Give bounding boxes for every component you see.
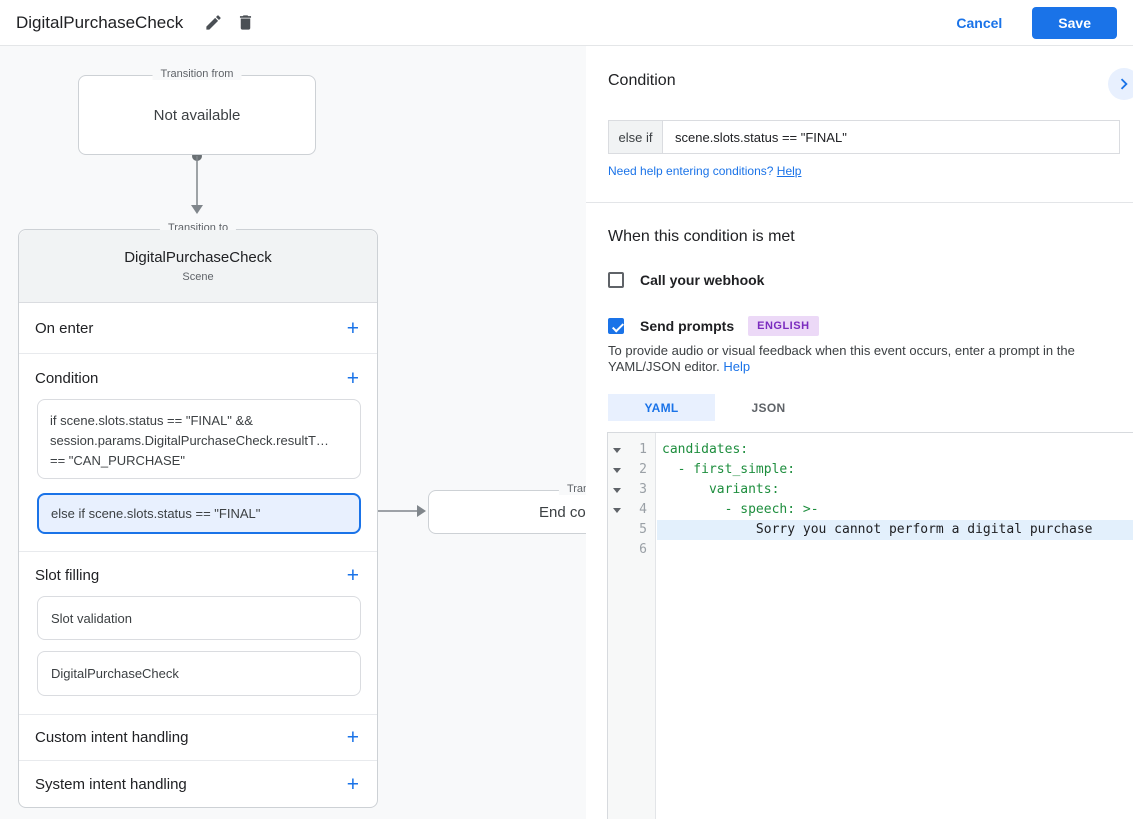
tab-yaml[interactable]: YAML: [608, 394, 715, 421]
condition-label: Condition: [35, 369, 99, 387]
condition-text: else if scene.slots.status == "FINAL": [51, 505, 261, 521]
collapse-panel-button[interactable]: [1108, 68, 1133, 100]
add-slot-button[interactable]: +: [345, 565, 361, 586]
slot-filling-row: Slot filling +: [19, 551, 377, 599]
code-text: - speech: >-: [662, 502, 819, 517]
fold-arrow-icon[interactable]: [613, 508, 621, 513]
custom-intent-row: Custom intent handling +: [19, 714, 377, 760]
on-enter-label: On enter: [35, 319, 94, 337]
scene-card-header[interactable]: DigitalPurchaseCheck Scene: [19, 230, 377, 303]
scene-name: DigitalPurchaseCheck: [124, 249, 272, 266]
add-on-enter-button[interactable]: +: [345, 318, 361, 339]
condition-help-link[interactable]: Help: [777, 164, 802, 178]
panel-divider: [586, 202, 1133, 203]
transition-from-title: Not available: [153, 106, 241, 124]
slot-item[interactable]: DigitalPurchaseCheck: [37, 651, 361, 696]
condition-item-elseif-selected[interactable]: else if scene.slots.status == "FINAL": [37, 493, 361, 534]
when-condition-met-title: When this condition is met: [608, 228, 795, 245]
editor-lines: 1 candidates: 2 - first_simple: 3 varian…: [608, 440, 1133, 560]
condition-input-group: else if: [608, 120, 1120, 154]
slot-item-text: DigitalPurchaseCheck: [51, 666, 179, 681]
code-line[interactable]: 6: [608, 540, 1133, 560]
fold-arrow-icon[interactable]: [613, 448, 621, 453]
code-line[interactable]: 2 - first_simple:: [608, 460, 1133, 480]
line-number: 4: [639, 502, 647, 517]
slot-validation-text: Slot validation: [51, 610, 132, 626]
editor-format-tabs: YAML JSON: [608, 394, 822, 421]
scene-card: Transition to DigitalPurchaseCheck Scene…: [18, 222, 378, 808]
scene-type-label: Scene: [182, 271, 214, 283]
system-intent-label: System intent handling: [35, 775, 187, 793]
slot-filling-label: Slot filling: [35, 566, 100, 584]
code-line[interactable]: 4 - speech: >-: [608, 500, 1133, 520]
tab-json[interactable]: JSON: [715, 394, 822, 421]
condition-item-if[interactable]: if scene.slots.status == "FINAL" && sess…: [37, 399, 361, 479]
code-text: candidates:: [662, 442, 749, 457]
save-button[interactable]: Save: [1032, 6, 1117, 39]
condition-expression-input[interactable]: [663, 121, 1119, 153]
trash-icon: [239, 15, 251, 30]
chevron-right-icon: [1120, 78, 1128, 90]
on-enter-row: On enter +: [19, 303, 377, 353]
condition-text-line: == "CAN_PURCHASE": [50, 453, 185, 468]
call-webhook-label: Call your webhook: [640, 272, 765, 288]
code-text: variants:: [662, 482, 780, 497]
slot-validation-item[interactable]: Slot validation: [37, 596, 361, 640]
page-title: DigitalPurchaseCheck: [16, 12, 184, 32]
code-line-highlighted[interactable]: 5 Sorry you cannot perform a digital pur…: [608, 520, 1133, 540]
condition-detail-panel: Condition else if Need help entering con…: [586, 46, 1133, 819]
send-prompts-label: Send prompts: [640, 318, 735, 334]
line-number: 2: [639, 462, 647, 477]
fold-arrow-icon[interactable]: [613, 488, 621, 493]
help-prefix-text: Need help entering conditions?: [608, 164, 777, 178]
end-conversation-box[interactable]: Transition to End conversation: [428, 483, 586, 534]
hint-text: To provide audio or visual feedback when…: [608, 343, 1075, 374]
condition-help-line: Need help entering conditions? Help: [608, 164, 801, 178]
condition-text-line: if scene.slots.status == "FINAL" &&: [50, 413, 253, 428]
prompt-hint-text: To provide audio or visual feedback when…: [608, 343, 1114, 375]
condition-text-line: session.params.DigitalPurchaseCheck.resu…: [50, 433, 329, 448]
custom-intent-label: Custom intent handling: [35, 728, 189, 746]
call-webhook-checkbox[interactable]: [608, 272, 624, 288]
line-number: 1: [639, 442, 647, 457]
add-condition-button[interactable]: +: [345, 368, 361, 389]
send-prompts-row: Send prompts ENGLISH: [608, 316, 819, 336]
fold-arrow-icon[interactable]: [613, 468, 621, 473]
condition-row: Condition +: [19, 353, 377, 403]
add-custom-intent-button[interactable]: +: [345, 727, 361, 748]
yaml-code-editor[interactable]: 1 candidates: 2 - first_simple: 3 varian…: [607, 432, 1133, 819]
line-number: 6: [639, 542, 647, 557]
line-number: 3: [639, 482, 647, 497]
line-number: 5: [639, 522, 647, 537]
code-line[interactable]: 1 candidates:: [608, 440, 1133, 460]
panel-title: Condition: [608, 72, 676, 89]
hint-help-link[interactable]: Help: [723, 359, 750, 374]
webhook-row: Call your webhook: [608, 272, 764, 288]
code-line[interactable]: 3 variants:: [608, 480, 1133, 500]
code-text: Sorry you cannot perform a digital purch…: [657, 520, 1133, 540]
pencil-icon: [206, 15, 221, 30]
system-intent-row: System intent handling +: [19, 760, 377, 808]
code-text: - first_simple:: [662, 462, 796, 477]
top-bar: DigitalPurchaseCheck Cancel Save: [0, 0, 1133, 46]
condition-operator-label: else if: [609, 121, 663, 153]
scene-editor-app: DigitalPurchaseCheck Cancel Save Transit…: [0, 0, 1133, 819]
end-box-title: End conversation: [539, 503, 586, 521]
send-prompts-checkbox[interactable]: [608, 318, 624, 334]
cancel-button[interactable]: Cancel: [956, 15, 1002, 31]
language-badge: ENGLISH: [748, 316, 819, 336]
edit-scene-button[interactable]: [197, 7, 229, 39]
delete-scene-button[interactable]: [229, 7, 261, 39]
add-system-intent-button[interactable]: +: [345, 774, 361, 795]
flow-canvas: Transition from Not available Transition…: [0, 46, 586, 819]
transition-from-box[interactable]: Transition from Not available: [78, 68, 316, 155]
